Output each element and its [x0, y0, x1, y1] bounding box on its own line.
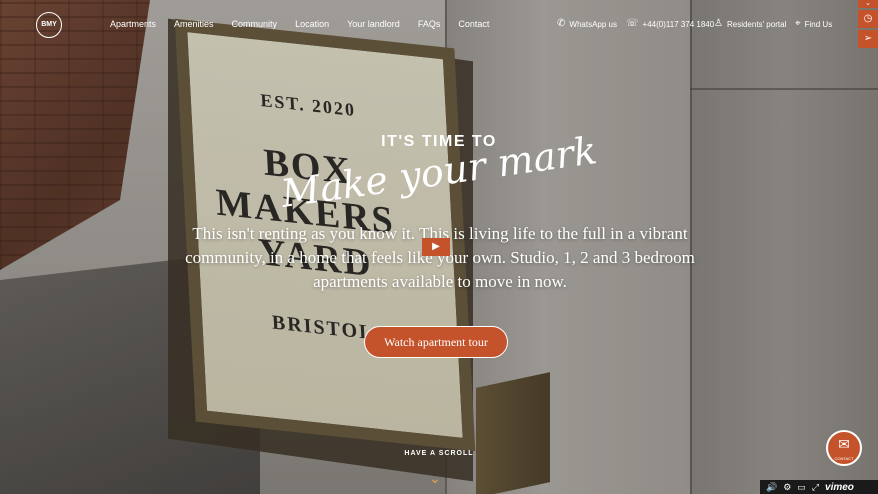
- top-navigation: BMY Apartments Amenities Community Locat…: [0, 0, 878, 48]
- contact-fab[interactable]: ✉ CONTACT: [826, 430, 862, 466]
- chevron-down-icon[interactable]: ⌄: [429, 470, 441, 487]
- envelope-icon: ✉: [838, 436, 850, 452]
- vimeo-brand[interactable]: vimeo: [825, 482, 854, 493]
- phone-label: +44(0)117 374 1840: [642, 19, 715, 29]
- map-pin-icon: ⌖: [795, 18, 801, 29]
- phone-link[interactable]: ☏ +44(0)117 374 1840: [626, 19, 714, 29]
- find-label: Find Us: [804, 19, 833, 29]
- whatsapp-link[interactable]: ✆ WhatsApp us: [557, 19, 617, 29]
- phone-icon: ☏: [626, 18, 639, 29]
- find-us-link[interactable]: ⌖ Find Us: [795, 19, 832, 29]
- contact-fab-label: CONTACT: [834, 456, 854, 461]
- video-controls: 🔊 ⚙ ▭ ⤢ vimeo: [760, 480, 878, 494]
- nav-item-faqs[interactable]: FAQs: [418, 19, 441, 29]
- fullscreen-icon[interactable]: ⤢: [812, 482, 819, 493]
- play-icon[interactable]: ▶: [422, 238, 450, 256]
- send-icon[interactable]: ➢: [858, 30, 878, 48]
- watch-tour-button[interactable]: Watch apartment tour: [364, 326, 508, 358]
- brand-logo[interactable]: BMY: [36, 12, 62, 38]
- portal-label: Residents' portal: [726, 19, 787, 29]
- nav-item-landlord[interactable]: Your landlord: [347, 19, 400, 29]
- nav-item-amenities[interactable]: Amenities: [174, 19, 214, 29]
- nav-item-apartments[interactable]: Apartments: [110, 19, 156, 29]
- volume-icon[interactable]: 🔊: [766, 482, 777, 493]
- pip-icon[interactable]: ▭: [797, 482, 806, 493]
- whatsapp-label: WhatsApp us: [569, 19, 617, 29]
- nav-item-community[interactable]: Community: [232, 19, 278, 29]
- main-menu: Apartments Amenities Community Location …: [110, 19, 507, 29]
- gear-icon[interactable]: ⚙: [783, 482, 791, 493]
- hero-lead: This isn't renting as you know it. This …: [185, 224, 695, 291]
- nav-item-location[interactable]: Location: [295, 19, 329, 29]
- clock-icon[interactable]: ◷: [858, 10, 878, 28]
- scroll-hint: HAVE A SCROLL: [404, 450, 474, 457]
- residents-portal-link[interactable]: ♙ Residents' portal: [714, 19, 786, 29]
- nav-item-contact[interactable]: Contact: [458, 19, 489, 29]
- user-icon: ♙: [714, 18, 723, 29]
- whatsapp-icon: ✆: [557, 18, 566, 29]
- side-tab-top[interactable]: ⌄: [858, 0, 878, 8]
